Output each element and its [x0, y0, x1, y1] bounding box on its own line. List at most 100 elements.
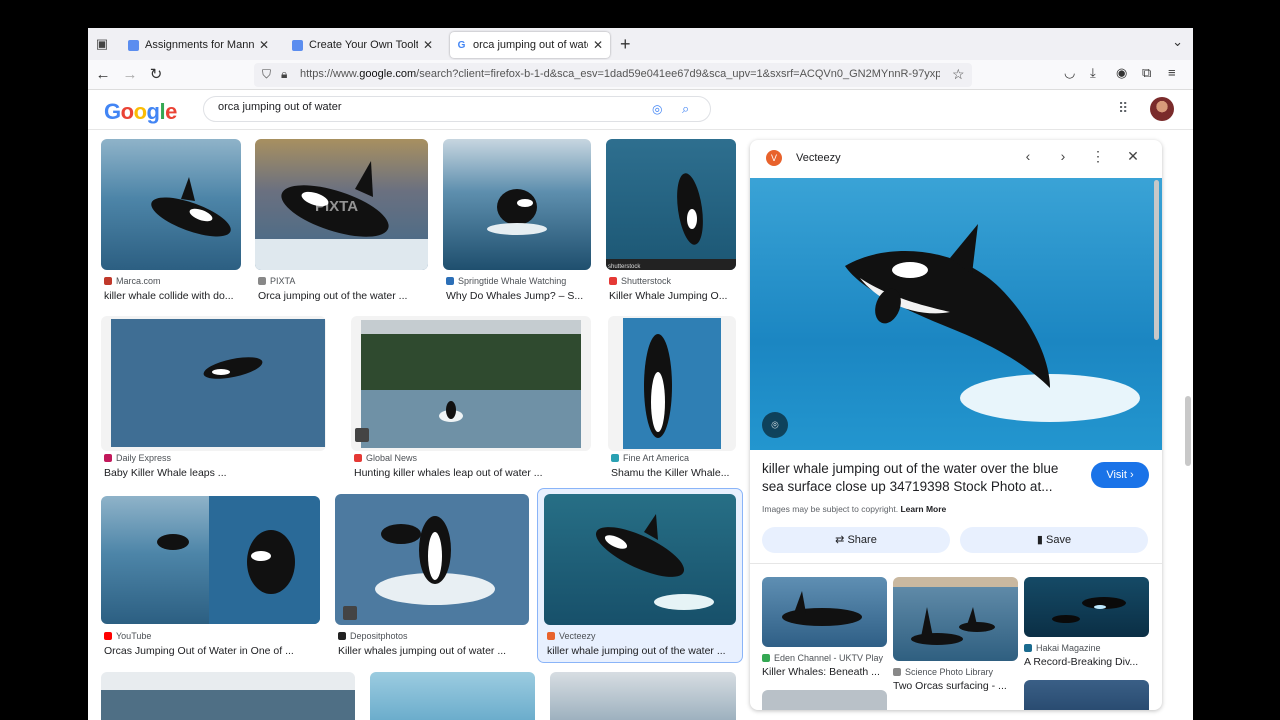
related-source[interactable]: Eden Channel - UKTV Play	[762, 653, 883, 663]
address-bar[interactable]: ⛉ 🔒︎ https://www.google.com/search?clien…	[254, 63, 972, 87]
orca-photo	[343, 516, 495, 620]
related-image-1[interactable]	[762, 577, 887, 647]
previous-icon[interactable]: ‹	[1018, 148, 1038, 164]
result-source[interactable]: Springtide Whale Watching	[446, 276, 566, 286]
more-options-icon[interactable]: ⋮	[1088, 148, 1108, 165]
result-caption[interactable]: killer whale collide with do...	[104, 290, 244, 302]
bookmark-star-icon[interactable]: ☆	[952, 66, 965, 83]
result-source[interactable]: YouTube	[104, 631, 151, 641]
result-image-1[interactable]	[101, 139, 241, 270]
panel-scrollbar[interactable]	[1154, 180, 1159, 340]
save-button[interactable]: ▮ Save	[960, 527, 1148, 553]
result-image-12[interactable]	[370, 672, 535, 720]
panel-source-name[interactable]: Vecteezy	[796, 152, 841, 164]
menu-icon[interactable]: ≡	[1168, 65, 1176, 80]
result-image-3[interactable]	[443, 139, 591, 270]
share-button[interactable]: ⇄ Share	[762, 527, 950, 553]
pocket-icon[interactable]: ◡	[1064, 65, 1075, 81]
result-image-4[interactable]: shutterstock	[606, 139, 736, 270]
page-scrollbar[interactable]	[1185, 396, 1191, 466]
result-caption[interactable]: Killer Whale Jumping O...	[609, 290, 736, 302]
related-image-4[interactable]	[762, 690, 887, 710]
related-image-2[interactable]	[893, 577, 1018, 661]
result-source[interactable]: Global News	[354, 453, 417, 463]
result-caption[interactable]: Orcas Jumping Out of Water in One of ...	[104, 645, 324, 657]
chevron-down-icon[interactable]: ⌄	[1172, 34, 1183, 50]
source-favicon-icon	[104, 277, 112, 285]
result-source[interactable]: Depositphotos	[338, 631, 408, 641]
vecteezy-logo-icon[interactable]: V	[766, 150, 782, 166]
close-tab-icon[interactable]: ✕	[258, 38, 270, 52]
result-image-8[interactable]	[101, 496, 320, 624]
new-tab-icon[interactable]: +	[620, 34, 631, 54]
result-caption[interactable]: Orca jumping out of the water ...	[258, 290, 428, 302]
orca-photo	[911, 607, 995, 645]
search-icon[interactable]: ⌕	[682, 101, 689, 117]
source-favicon-icon	[258, 277, 266, 285]
doc-favicon-icon	[292, 39, 303, 51]
result-image-7[interactable]	[608, 316, 736, 451]
tab-list-icon[interactable]: ▣	[94, 36, 110, 52]
copyright-note: Images may be subject to copyright. Lear…	[762, 504, 947, 514]
related-image-3[interactable]	[1024, 577, 1149, 637]
lock-icon[interactable]: 🔒︎	[281, 67, 287, 82]
related-caption[interactable]: Killer Whales: Beneath ...	[762, 666, 887, 678]
result-image-10[interactable]	[544, 494, 736, 625]
tab-title: Create Your Own Tooltip | Code	[309, 39, 418, 51]
forward-icon[interactable]: →	[120, 65, 140, 85]
related-image-5[interactable]	[1024, 680, 1149, 710]
tab-google-search[interactable]: G orca jumping out of water - Go ✕	[450, 32, 610, 58]
result-caption[interactable]: killer whale jumping out of the water ..…	[547, 645, 737, 657]
avatar[interactable]	[1150, 97, 1174, 121]
tab-title: Assignments for Manning Web D	[145, 39, 254, 51]
result-caption[interactable]: Why Do Whales Jump? – S...	[446, 290, 594, 302]
result-source[interactable]: PIXTA	[258, 276, 295, 286]
result-source[interactable]: Vecteezy	[547, 631, 596, 641]
result-caption[interactable]: Hunting killer whales leap out of water …	[354, 467, 594, 479]
lens-search-icon[interactable]: ⌾	[762, 412, 788, 438]
result-image-13[interactable]	[550, 672, 736, 720]
result-caption[interactable]: Shamu the Killer Whale...	[611, 467, 736, 479]
result-caption[interactable]: Baby Killer Whale leaps ...	[104, 467, 324, 479]
lens-icon[interactable]: ◎	[652, 102, 662, 116]
result-image-6[interactable]	[351, 316, 591, 451]
google-header: Google ◎ ⌕ ⠿	[88, 90, 1193, 130]
back-icon[interactable]: ←	[93, 65, 113, 85]
result-image-9[interactable]	[335, 494, 529, 625]
related-caption[interactable]: A Record-Breaking Div...	[1024, 656, 1149, 668]
related-source[interactable]: Hakai Magazine	[1024, 643, 1101, 653]
shield-icon[interactable]: ⛉	[262, 67, 271, 82]
image-preview-panel: V Vecteezy ‹ › ⋮ ✕ ⌾ killer whale jumpin…	[750, 140, 1162, 710]
account-icon[interactable]: ◉	[1116, 65, 1127, 81]
download-icon[interactable]: ⤓	[1090, 65, 1096, 81]
reload-icon[interactable]: ↻	[146, 65, 166, 85]
learn-more-link[interactable]: Learn More	[900, 504, 946, 514]
extensions-icon[interactable]: ⧉	[1142, 65, 1151, 81]
related-source[interactable]: Science Photo Library	[893, 667, 993, 677]
result-source[interactable]: Marca.com	[104, 276, 161, 286]
tab-tooltip[interactable]: Create Your Own Tooltip | Code ✕	[286, 32, 440, 58]
result-caption[interactable]: Killer whales jumping out of water ...	[338, 645, 528, 657]
result-image-11[interactable]	[101, 672, 355, 720]
url-text[interactable]: https://www.google.com/search?client=fir…	[300, 68, 940, 80]
close-tab-icon[interactable]: ✕	[592, 38, 604, 52]
preview-image[interactable]: ⌾	[750, 178, 1162, 450]
result-image-2[interactable]: PIXTA	[255, 139, 428, 270]
search-box[interactable]: ◎ ⌕	[203, 96, 711, 122]
related-caption[interactable]: Two Orcas surfacing - ...	[893, 680, 1018, 692]
result-image-5[interactable]	[101, 316, 326, 451]
result-source[interactable]: Shutterstock	[609, 276, 671, 286]
close-tab-icon[interactable]: ✕	[422, 38, 434, 52]
google-logo[interactable]: Google	[104, 99, 177, 125]
source-favicon-icon	[762, 654, 770, 662]
tab-assignments[interactable]: Assignments for Manning Web D ✕	[122, 32, 276, 58]
next-icon[interactable]: ›	[1053, 148, 1073, 164]
visit-button[interactable]: Visit ›	[1091, 462, 1149, 488]
panel-title[interactable]: killer whale jumping out of the water ov…	[762, 460, 1080, 496]
close-icon[interactable]: ✕	[1123, 148, 1143, 165]
result-source[interactable]: Daily Express	[104, 453, 171, 463]
panel-header: V Vecteezy ‹ › ⋮ ✕	[750, 140, 1162, 178]
search-input[interactable]	[218, 101, 638, 113]
result-source[interactable]: Fine Art America	[611, 453, 689, 463]
apps-grid-icon[interactable]: ⠿	[1118, 100, 1128, 117]
